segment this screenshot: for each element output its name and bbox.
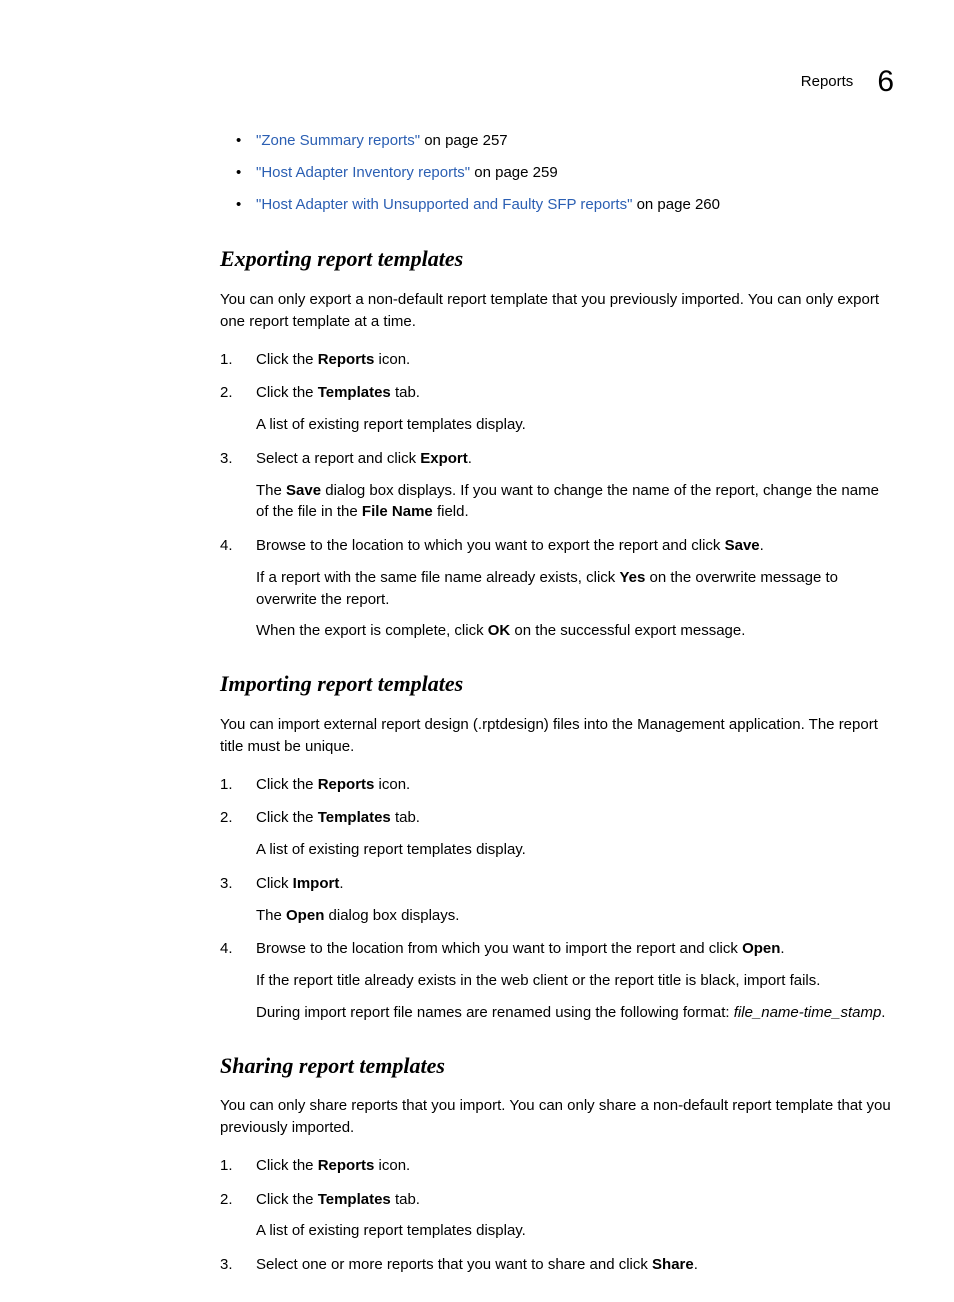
intro-paragraph: You can only share reports that you impo… (220, 1095, 894, 1139)
xref-link[interactable]: "Zone Summary reports" (256, 132, 420, 149)
bold-term: Open (742, 940, 780, 957)
step-sub: The Save dialog box displays. If you wan… (256, 480, 894, 524)
page-header: Reports 6 (801, 60, 894, 104)
step-item: Click the Templates tab. A list of exist… (220, 807, 894, 861)
italic-term: file_name-time_stamp (734, 1004, 882, 1021)
list-item: "Zone Summary reports" on page 257 (256, 130, 894, 152)
bold-term: OK (488, 622, 511, 639)
step-text: Click the (256, 351, 318, 368)
step-text: tab. (391, 384, 420, 401)
step-sub: The Open dialog box displays. (256, 905, 894, 927)
list-item: "Host Adapter with Unsupported and Fault… (256, 194, 894, 216)
step-item: Browse to the location to which you want… (220, 535, 894, 642)
bold-term: Share (652, 1256, 694, 1273)
bold-term: Import (293, 875, 340, 892)
heading-exporting: Exporting report templates (220, 243, 894, 275)
step-item: Select one or more reports that you want… (220, 1254, 894, 1276)
step-sub: When the export is complete, click OK on… (256, 620, 894, 642)
step-sub: A list of existing report templates disp… (256, 839, 894, 861)
step-item: Click the Templates tab. A list of exist… (220, 1189, 894, 1243)
xref-link[interactable]: "Host Adapter Inventory reports" (256, 164, 470, 181)
heading-sharing: Sharing report templates (220, 1050, 894, 1082)
heading-importing: Importing report templates (220, 668, 894, 700)
step-text: Browse to the location to which you want… (256, 537, 725, 554)
step-item: Select a report and click Export. The Sa… (220, 448, 894, 523)
bold-term: Open (286, 907, 324, 924)
bold-term: Yes (619, 569, 645, 586)
step-text: . (468, 450, 472, 467)
bold-term: Templates (318, 384, 391, 401)
sharing-steps: Click the Reports icon. Click the Templa… (220, 1155, 894, 1276)
header-section-label: Reports (801, 71, 854, 93)
bold-term: Save (286, 482, 321, 499)
bold-term: Reports (318, 351, 375, 368)
xref-suffix: on page 260 (632, 196, 720, 213)
step-item: Click the Reports icon. (220, 1155, 894, 1177)
xref-link[interactable]: "Host Adapter with Unsupported and Fault… (256, 196, 632, 213)
step-sub: If a report with the same file name alre… (256, 567, 894, 611)
step-item: Browse to the location from which you wa… (220, 938, 894, 1023)
intro-paragraph: You can only export a non-default report… (220, 289, 894, 333)
step-sub: If the report title already exists in th… (256, 970, 894, 992)
step-text: icon. (374, 351, 410, 368)
step-item: Click the Reports icon. (220, 349, 894, 371)
intro-paragraph: You can import external report design (.… (220, 714, 894, 758)
step-text: . (760, 537, 764, 554)
step-item: Click the Reports icon. (220, 774, 894, 796)
step-item: Click Import. The Open dialog box displa… (220, 873, 894, 927)
step-sub: During import report file names are rena… (256, 1002, 894, 1024)
bold-term: Templates (318, 809, 391, 826)
importing-steps: Click the Reports icon. Click the Templa… (220, 774, 894, 1024)
bold-term: Reports (318, 776, 375, 793)
bold-term: Export (420, 450, 468, 467)
step-sub: A list of existing report templates disp… (256, 1220, 894, 1242)
xref-suffix: on page 257 (420, 132, 508, 149)
cross-reference-list: "Zone Summary reports" on page 257 "Host… (220, 130, 894, 215)
list-item: "Host Adapter Inventory reports" on page… (256, 162, 894, 184)
xref-suffix: on page 259 (470, 164, 558, 181)
step-sub: A list of existing report templates disp… (256, 414, 894, 436)
bold-term: Templates (318, 1191, 391, 1208)
exporting-steps: Click the Reports icon. Click the Templa… (220, 349, 894, 643)
bold-term: Reports (318, 1157, 375, 1174)
header-chapter-number: 6 (877, 60, 894, 104)
page-content: "Zone Summary reports" on page 257 "Host… (220, 130, 894, 1302)
step-text: Click the (256, 384, 318, 401)
bold-term: Save (725, 537, 760, 554)
bold-term: File Name (362, 503, 433, 520)
step-item: Click the Templates tab. A list of exist… (220, 382, 894, 436)
step-text: Select a report and click (256, 450, 420, 467)
